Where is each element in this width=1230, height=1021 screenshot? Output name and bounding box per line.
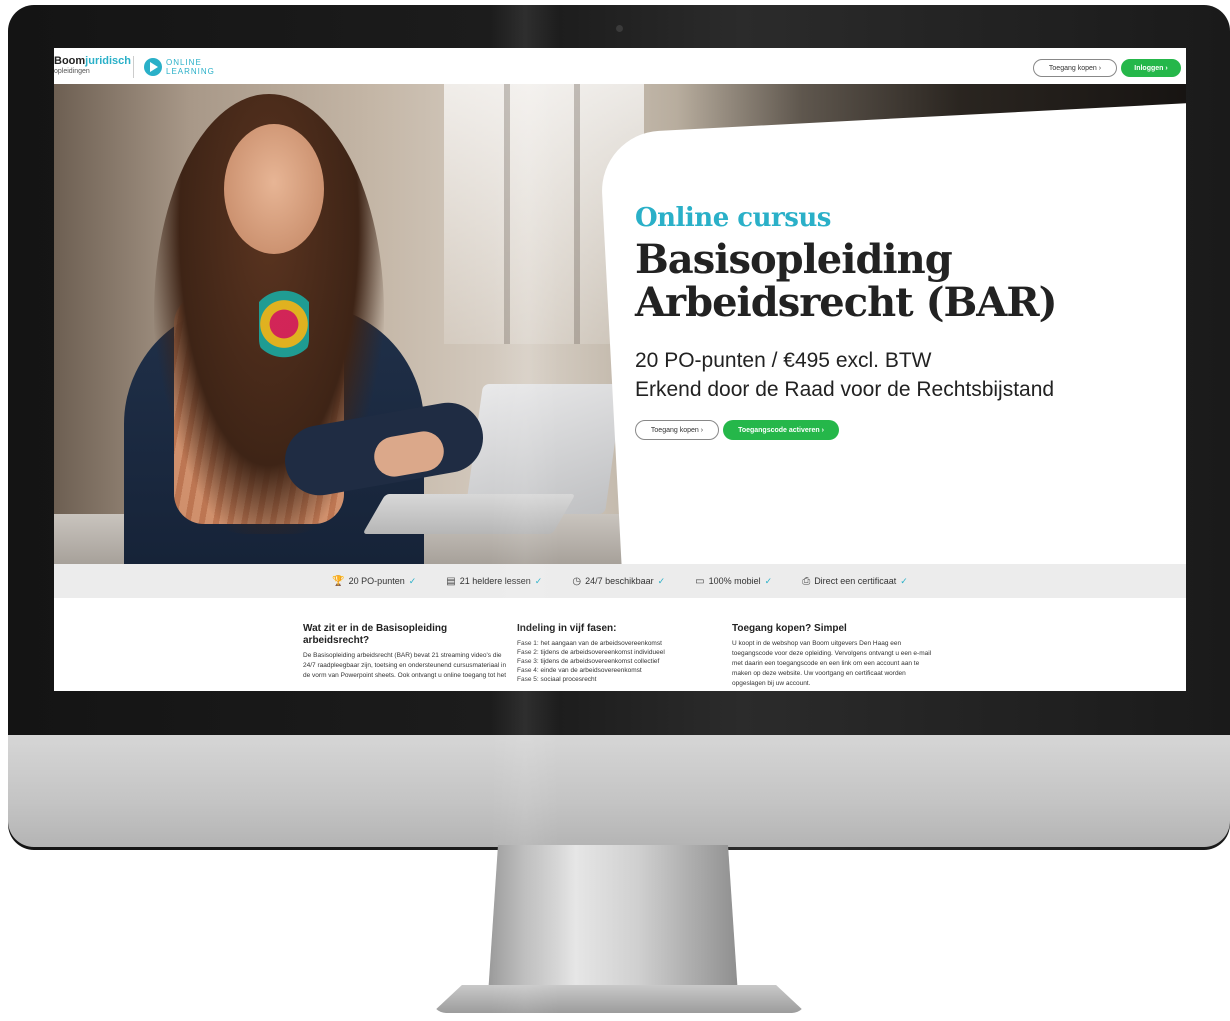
top-bar: Boomjuridisch opleidingen ONLINE LEARNIN…: [54, 48, 1186, 84]
devices-icon: ▭: [695, 575, 705, 587]
feature-label: 24/7 beschikbaar: [585, 576, 654, 586]
feature-label: 20 PO-punten: [348, 576, 405, 586]
features-bar: 🏆 20 PO-punten ✓ ▤ 21 heldere lessen ✓ ◷…: [54, 564, 1186, 598]
logo-sub-text: opleidingen: [54, 68, 90, 75]
woman-face: [224, 124, 324, 254]
content-column-phases: Indeling in vijf fasen: Fase 1: het aang…: [517, 623, 722, 684]
column-text: U koopt in de webshop van Boom uitgevers…: [732, 640, 932, 687]
lessons-icon: ▤: [446, 575, 456, 587]
camera-icon: [616, 25, 623, 32]
certificate-icon: ⎙: [802, 575, 811, 587]
activate-code-label: Toegangscode activeren: [738, 426, 820, 434]
feature-item: ⎙ Direct een certificaat ✓: [802, 576, 908, 587]
phase-item: Fase 3: tijdens de arbeidsovereenkomst c…: [517, 658, 660, 665]
clock-icon: ◷: [572, 575, 582, 587]
hero-buy-label: Toegang kopen: [650, 426, 699, 434]
screen: Boomjuridisch opleidingen ONLINE LEARNIN…: [54, 48, 1186, 691]
learning-text: LEARNING: [166, 67, 215, 76]
hero-title-line2: Arbeidsrecht (BAR): [635, 279, 1058, 326]
imac-chin: [8, 735, 1230, 847]
content-column-buy: Toegang kopen? Simpel U koopt in de webs…: [732, 623, 937, 689]
logo-boom-text: Boom: [54, 55, 86, 67]
phase-item: Fase 4: einde van de arbeidsovereenkomst: [517, 667, 642, 674]
phase-item: Fase 5: sociaal procesrecht: [517, 676, 597, 683]
phase-item: Fase 1: het aangaan van de arbeidsoveree…: [517, 640, 662, 647]
header-buy-button[interactable]: Toegang kopen ›: [1033, 59, 1117, 77]
hero-title: Basisopleiding Arbeidsrecht (BAR): [635, 238, 1155, 324]
check-icon: ✓: [764, 575, 773, 586]
feature-label: Direct een certificaat: [814, 576, 897, 586]
hero-recognition: Erkend door de Raad voor de Rechtsbijsta…: [635, 378, 1055, 401]
chevron-right-icon: ›: [700, 426, 704, 434]
hero-subtitle: 20 PO-punten / €495 excl. BTW Erkend doo…: [635, 346, 1155, 404]
chevron-right-icon: ›: [1165, 64, 1168, 72]
play-icon: [144, 58, 162, 76]
activate-code-button[interactable]: Toegangscode activeren ›: [723, 420, 839, 440]
feature-label: 21 heldere lessen: [459, 576, 531, 586]
hero-text: Online cursus Basisopleiding Arbeidsrech…: [635, 202, 1155, 442]
login-button[interactable]: Inloggen ›: [1121, 59, 1181, 77]
chevron-right-icon: ›: [821, 426, 824, 434]
laptop-base: [362, 494, 576, 534]
trophy-icon: 🏆: [332, 575, 345, 587]
header-buy-label: Toegang kopen: [1048, 64, 1097, 72]
boom-logo[interactable]: Boomjuridisch opleidingen: [54, 56, 131, 76]
login-label: Inloggen: [1134, 64, 1164, 72]
column-title: Toegang kopen? Simpel: [732, 623, 847, 634]
column-title: Wat zit er in de Basisopleiding arbeidsr…: [303, 623, 448, 646]
check-icon: ✓: [900, 575, 908, 586]
logo-juridisch-text: juridisch: [85, 55, 132, 67]
check-icon: ✓: [408, 575, 417, 586]
column-text: De Basisopleiding arbeidsrecht (BAR) bev…: [303, 652, 507, 679]
content-column-what: Wat zit er in de Basisopleiding arbeidsr…: [303, 623, 508, 681]
check-icon: ✓: [534, 575, 543, 586]
necklace: [259, 284, 309, 364]
check-icon: ✓: [657, 575, 666, 586]
hero-buy-button[interactable]: Toegang kopen ›: [635, 420, 719, 440]
imac-stand: [488, 845, 738, 995]
online-text: ONLINE: [166, 58, 202, 67]
feature-label: 100% mobiel: [708, 576, 761, 586]
online-learning-logo[interactable]: ONLINE LEARNING: [166, 58, 215, 76]
hero-title-line1: Basisopleiding: [635, 236, 953, 283]
imac-stand-foot: [432, 985, 806, 1013]
hero-cta-row: Toegang kopen › Toegangscode activeren ›: [635, 418, 1155, 442]
column-title: Indeling in vijf fasen:: [517, 623, 617, 634]
feature-item: ▤ 21 heldere lessen ✓: [446, 576, 542, 587]
content-section: Wat zit er in de Basisopleiding arbeidsr…: [54, 598, 1186, 691]
feature-item: ▭ 100% mobiel ✓: [695, 576, 772, 587]
phase-item: Fase 2: tijdens de arbeidsovereenkomst i…: [517, 649, 665, 656]
feature-item: ◷ 24/7 beschikbaar ✓: [572, 576, 665, 587]
hero-kicker: Online cursus: [635, 203, 831, 233]
hero-price: 20 PO-punten / €495 excl. BTW: [635, 349, 932, 372]
chevron-right-icon: ›: [1098, 64, 1102, 72]
logo-divider: [133, 56, 134, 78]
feature-item: 🏆 20 PO-punten ✓: [332, 576, 416, 587]
